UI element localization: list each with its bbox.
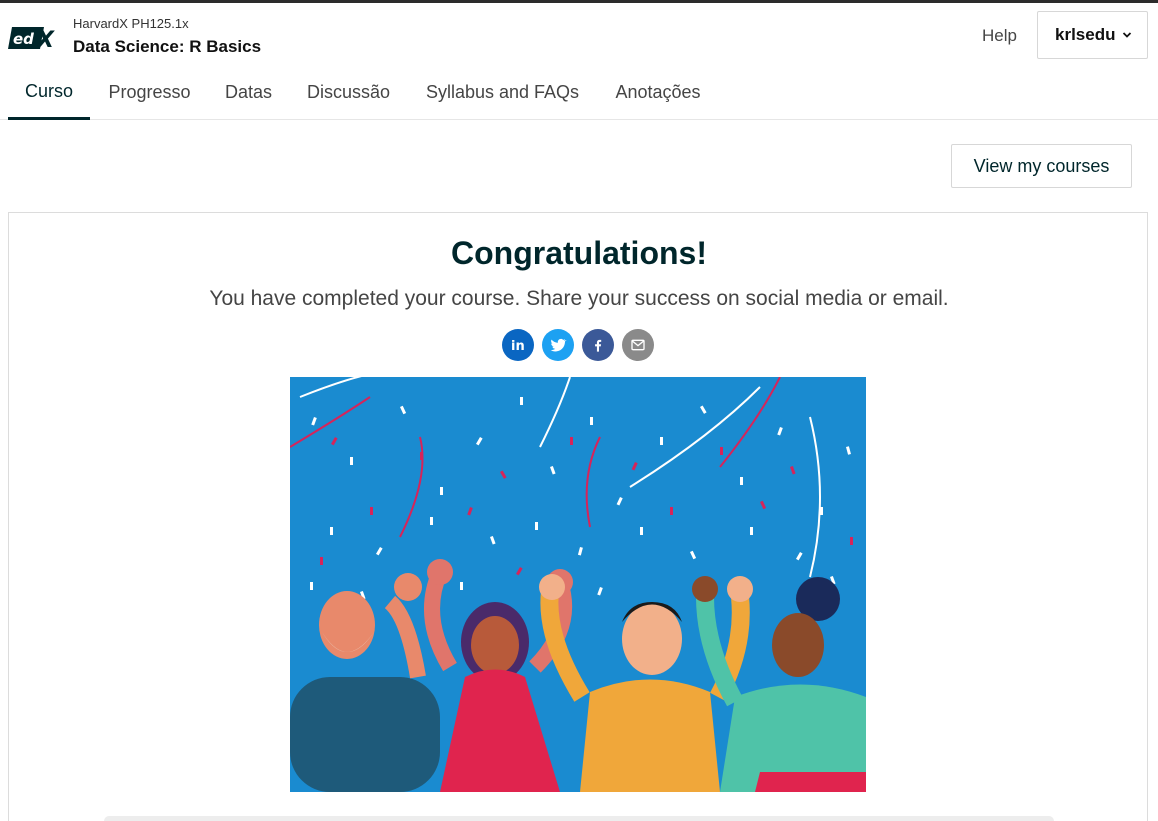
email-share-button[interactable] [622, 329, 654, 361]
view-my-courses-button[interactable]: View my courses [951, 144, 1132, 188]
content-preview-bar [104, 816, 1054, 821]
twitter-icon [550, 338, 567, 352]
help-link[interactable]: Help [982, 26, 1017, 46]
share-buttons: in [502, 329, 662, 363]
tab-discussao[interactable]: Discussão [296, 65, 401, 120]
facebook-icon [595, 339, 602, 352]
site-header: ed X HarvardX PH125.1x Data Science: R B… [0, 3, 1158, 65]
username: krlsedu [1055, 25, 1116, 44]
congrats-message: You have completed your course. Share yo… [209, 287, 949, 310]
course-tabs: Curso Progresso Datas Discussão Syllabus… [0, 65, 1158, 120]
tab-syllabus-faqs[interactable]: Syllabus and FAQs [415, 65, 590, 120]
linkedin-share-button[interactable]: in [502, 329, 534, 361]
tab-progresso[interactable]: Progresso [98, 65, 201, 120]
svg-text:in: in [511, 339, 525, 354]
course-org: HarvardX PH125.1x [73, 16, 189, 31]
course-title: Data Science: R Basics [73, 37, 262, 56]
chevron-down-icon [1123, 32, 1132, 38]
email-icon [631, 339, 645, 351]
user-menu-button[interactable]: krlsedu [1037, 11, 1148, 59]
facebook-share-button[interactable] [582, 329, 614, 361]
linkedin-icon: in [511, 339, 525, 354]
twitter-share-button[interactable] [542, 329, 574, 361]
tab-anotacoes[interactable]: Anotações [604, 65, 712, 120]
svg-text:ed: ed [13, 30, 34, 48]
celebration-illustration [290, 377, 866, 792]
svg-text:X: X [35, 28, 55, 53]
tab-curso[interactable]: Curso [8, 65, 90, 120]
celebration-card: Congratulations! You have completed your… [8, 212, 1148, 821]
tab-datas[interactable]: Datas [215, 65, 282, 120]
congrats-title: Congratulations! [451, 235, 707, 271]
edx-logo[interactable]: ed X [8, 23, 58, 53]
